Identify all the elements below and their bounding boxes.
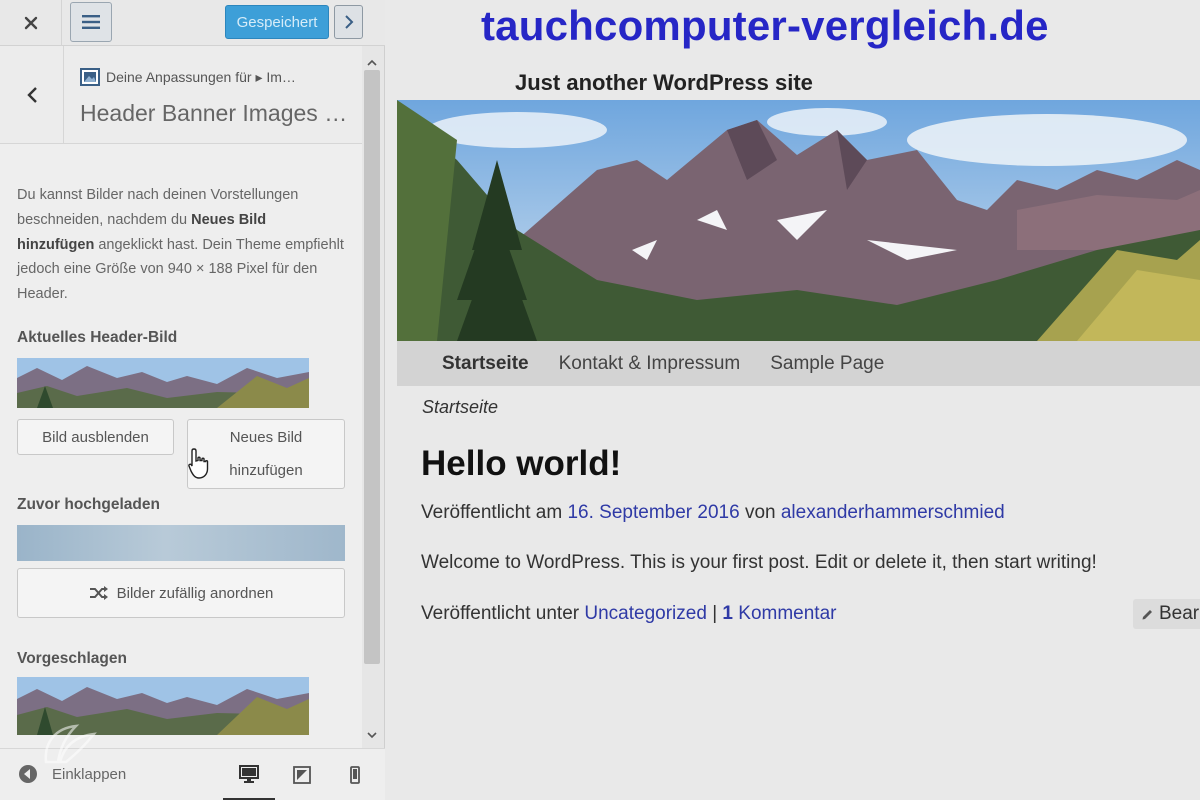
- chevron-down-icon: [367, 731, 377, 738]
- previously-uploaded-label: Zuvor hochgeladen: [17, 496, 160, 513]
- collapse-label: Einklappen: [52, 765, 127, 783]
- customizer-sidebar: Gespeichert Deine Anpassungen für ▸ Im… …: [0, 0, 385, 800]
- published-prefix: Veröffentlicht am: [421, 502, 563, 523]
- current-header-label: Aktuelles Header-Bild: [17, 329, 178, 346]
- post-title[interactable]: Hello world!: [421, 444, 621, 484]
- back-button[interactable]: [0, 46, 64, 144]
- category-link[interactable]: Uncategorized: [584, 603, 707, 624]
- nav-link-kontakt[interactable]: Kontakt & Impressum: [559, 353, 741, 375]
- shuffle-images-button[interactable]: Bilder zufällig anordnen: [17, 568, 345, 618]
- header-image-description: Du kannst Bilder nach deinen Vorstellung…: [17, 183, 347, 307]
- panel-title: Header Banner Images …: [80, 100, 348, 126]
- close-icon: [24, 16, 37, 30]
- image-icon: [80, 68, 100, 86]
- shuffle-label: Bilder zufällig anordnen: [116, 584, 274, 602]
- comment-link[interactable]: Kommentar: [738, 603, 836, 624]
- scroll-up-arrow[interactable]: [364, 54, 380, 70]
- panel-breadcrumb: Deine Anpassungen für ▸ Im…: [80, 68, 296, 86]
- add-new-image-button[interactable]: Neues Bild hinzufügen: [187, 419, 345, 489]
- watermark-logo: [44, 724, 97, 764]
- breadcrumb-text: Deine Anpassungen für ▸ Im…: [106, 68, 296, 85]
- panel-body: Du kannst Bilder nach deinen Vorstellung…: [0, 145, 362, 745]
- chevron-right-icon: [344, 15, 353, 29]
- site-preview: tauchcomputer-vergleich.de Just another …: [397, 0, 1200, 800]
- page-breadcrumb: Startseite: [422, 397, 499, 417]
- scroll-down-arrow[interactable]: [364, 727, 380, 743]
- customizer-app: Gespeichert Deine Anpassungen für ▸ Im… …: [0, 0, 1200, 800]
- header-banner-image: [397, 100, 1200, 341]
- by-text: von: [744, 502, 776, 523]
- post-meta: Veröffentlicht am 16. September 2016 von…: [421, 502, 1005, 524]
- nav-link-sample-page[interactable]: Sample Page: [770, 353, 884, 375]
- meta-separator: |: [712, 603, 718, 624]
- shuffle-icon: [89, 585, 109, 601]
- chevron-up-icon: [367, 59, 377, 66]
- add-new-label-2: hinzufügen: [229, 462, 303, 479]
- add-new-label-1: Neues Bild: [229, 429, 303, 446]
- desktop-icon: [239, 764, 259, 783]
- panel-header: Deine Anpassungen für ▸ Im… Header Banne…: [0, 46, 362, 144]
- chevron-left-icon: [26, 87, 37, 103]
- menu-button[interactable]: [70, 2, 112, 42]
- preview-mobile-button[interactable]: [329, 749, 381, 800]
- mobile-icon: [350, 766, 360, 784]
- menu-icon: [82, 15, 100, 29]
- post-author-link[interactable]: alexanderhammerschmied: [781, 502, 1005, 523]
- publish-settings-button[interactable]: [334, 5, 363, 39]
- hide-image-button[interactable]: Bild ausblenden: [17, 419, 174, 455]
- post-content: Welcome to WordPress. This is your first…: [421, 552, 1097, 573]
- nav-link-startseite[interactable]: Startseite: [442, 353, 529, 375]
- suggested-label: Vorgeschlagen: [17, 650, 127, 667]
- close-customizer-button[interactable]: [0, 0, 62, 46]
- edit-label: Bear: [1159, 603, 1200, 624]
- comment-count[interactable]: 1: [722, 603, 733, 624]
- customizer-topbar: Gespeichert: [0, 0, 385, 46]
- site-navigation: Startseite Kontakt & Impressum Sample Pa…: [397, 341, 1200, 386]
- preview-desktop-button[interactable]: [223, 749, 275, 800]
- sidebar-scrollbar-thumb[interactable]: [364, 70, 380, 664]
- site-tagline: Just another WordPress site: [515, 70, 813, 95]
- pencil-icon: [1142, 610, 1152, 620]
- post-footer: Veröffentlicht unter Uncategorized | 1 K…: [421, 603, 836, 625]
- edit-post-link[interactable]: Bear: [1133, 599, 1200, 629]
- saved-button[interactable]: Gespeichert: [225, 5, 329, 39]
- current-header-thumbnail[interactable]: [17, 358, 309, 408]
- uploaded-image-thumbnail[interactable]: [17, 525, 345, 561]
- site-title[interactable]: tauchcomputer-vergleich.de: [481, 2, 1049, 50]
- post-date-link[interactable]: 16. September 2016: [567, 502, 739, 523]
- collapse-icon: [19, 765, 37, 783]
- tablet-icon: [293, 766, 311, 784]
- category-prefix: Veröffentlicht unter: [421, 603, 580, 624]
- preview-tablet-button[interactable]: [276, 749, 328, 800]
